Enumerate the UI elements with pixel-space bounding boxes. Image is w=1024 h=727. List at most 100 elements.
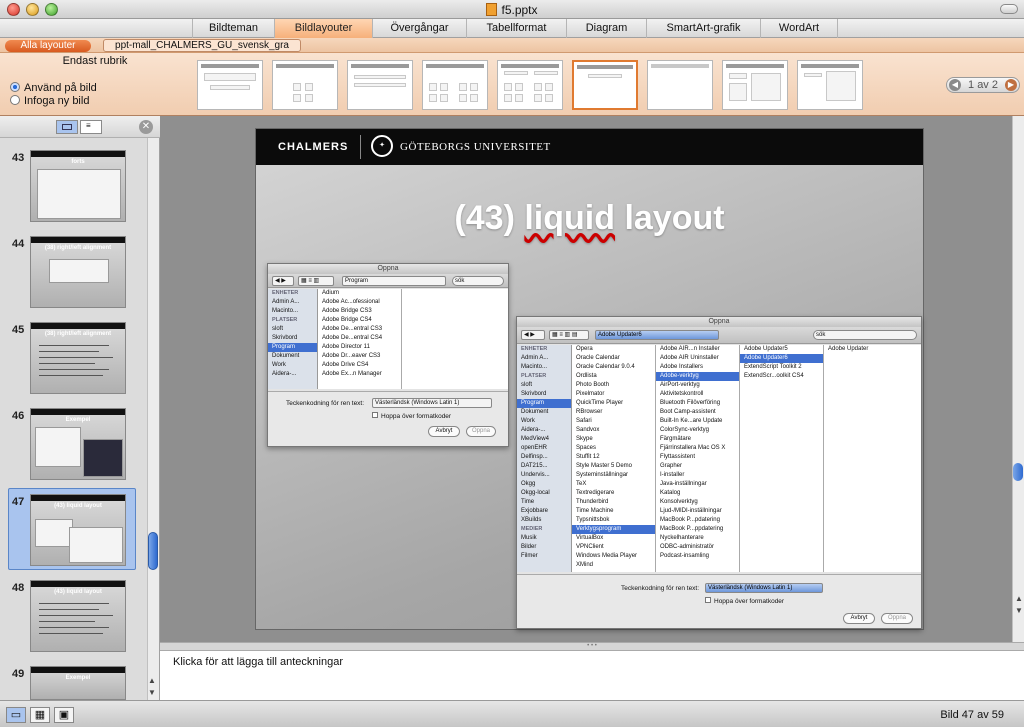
template-filter-button[interactable]: ppt-mall_CHALMERS_GU_svensk_gra — [103, 39, 301, 52]
tab-wordart[interactable]: WordArt — [760, 19, 838, 38]
back-forward-icon: ◀ ▶ — [521, 330, 545, 340]
normal-view-icon: ▭ — [10, 709, 22, 721]
slide-scrollbar[interactable]: ▲ ▼ — [1012, 116, 1024, 642]
slide-title[interactable]: (43) liquid layout — [256, 199, 923, 238]
slide-number: 47 — [12, 496, 25, 508]
thumbnail-scroll-thumb[interactable] — [148, 532, 158, 570]
dialog-list-item: Adobe De...entral CS3 — [322, 326, 383, 332]
layout-thumbnail[interactable] — [797, 60, 863, 110]
dialog-list-item: Time — [521, 499, 535, 505]
dialog-list-item: Sandvox — [576, 427, 600, 433]
gu-logo: GÖTEBORGS UNIVERSITET — [400, 141, 551, 153]
notes-placeholder[interactable]: Klicka för att lägga till anteckningar — [173, 656, 343, 668]
apply-to-slide-radio[interactable]: Använd på bild — [10, 82, 97, 95]
document-icon — [486, 3, 498, 16]
slideshow-button[interactable]: ▣ — [54, 707, 74, 723]
dialog-list-item: Adobe Ex...n Manager — [322, 371, 382, 377]
layout-thumbnail[interactable] — [497, 60, 563, 110]
dialog-list-item: Windows Media Player — [576, 553, 638, 559]
title-bar: f5.pptx — [0, 0, 1024, 19]
dialog-list-item: Stuffit 12 — [576, 454, 600, 460]
layout-thumbnail-selected[interactable] — [572, 60, 638, 110]
dialog-column-4: Adobe Updater — [824, 345, 921, 572]
dialog-list-item: Adobe Ac...ofessional — [322, 299, 380, 305]
layout-thumbnail[interactable] — [347, 60, 413, 110]
slide-thumbnail[interactable]: Exempel — [30, 408, 126, 480]
scroll-up-icon[interactable]: ▲ — [1015, 594, 1023, 603]
dialog-list-item: ColorSync-verktyg — [660, 427, 710, 433]
dialog-list-item: ODBC-administratör — [660, 544, 715, 550]
radio-unselected-icon — [10, 95, 20, 105]
dialog-list-item: ExtendScr...oolkit CS4 — [744, 373, 804, 379]
thumbnail-scrollbar[interactable] — [147, 138, 159, 700]
slide-thumbnail[interactable]: (43) liquid layout — [30, 580, 126, 652]
dialog-list-item: Aktivitetskontroll — [660, 391, 704, 397]
layout-thumbnail[interactable] — [272, 60, 338, 110]
scroll-down-icon[interactable]: ▼ — [148, 688, 156, 697]
slide-number: 49 — [12, 668, 25, 680]
layout-thumbnail[interactable] — [197, 60, 263, 110]
tab-tabellformat[interactable]: Tabellformat — [466, 19, 566, 38]
tab-bildlayouter[interactable]: Bildlayouter — [274, 19, 372, 38]
notes-pane[interactable]: Klicka för att lägga till anteckningar — [160, 650, 1024, 700]
view-buttons-icon: ▦ ≡ ▥ — [298, 276, 334, 286]
status-bar: ▭ ▦ ▣ Bild 47 av 59 — [0, 700, 1024, 727]
layout-thumbnail[interactable] — [647, 60, 713, 110]
dialog-section-header: MEDIER — [521, 526, 543, 532]
slide-thumbnail-current[interactable]: (43) liquid layout — [30, 494, 126, 566]
dialog-section-header: PLATSER — [272, 317, 298, 323]
all-layouts-button[interactable]: Alla layouter — [5, 40, 91, 52]
dialog-list-item: MacBook P...ppdatering — [660, 526, 724, 532]
tab-smartart[interactable]: SmartArt-grafik — [646, 19, 760, 38]
screenshot-small-dialog: Öppna ◀ ▶ ▦ ≡ ▥ Program sök ENHETER Admin… — [267, 263, 509, 447]
dialog-list-item: I-installer — [660, 472, 685, 478]
slide-number: 43 — [12, 152, 25, 164]
slide-sorter-button[interactable]: ▦ — [30, 707, 50, 723]
slide-thumbnail-title: forts — [71, 159, 85, 165]
dialog-list-item: Style Master 5 Demo — [576, 463, 633, 469]
dialog-list-item: ExtendScript Toolkit 2 — [744, 364, 802, 370]
outline-view-button[interactable]: ≡ — [80, 120, 102, 134]
dialog-list-item: Textredigerare — [576, 490, 615, 496]
dialog-sidebar: ENHETER Admin A... Macinto... PLATSER sloft S… — [517, 345, 572, 572]
outline-view-icon: ≡ — [86, 121, 91, 130]
dialog-column-3: Adobe Updater5 Adobe Updater6 ExtendScript… — [740, 345, 824, 572]
dialog-list-item: RBrowser — [576, 409, 603, 415]
scroll-up-icon[interactable]: ▲ — [148, 676, 156, 685]
slide-thumbnail[interactable]: (38) right/left alignment — [30, 322, 126, 394]
layout-name-label: Endast rubrik — [62, 55, 128, 67]
dialog-list-item: Time Machine — [576, 508, 614, 514]
close-pane-icon[interactable]: ✕ — [139, 120, 153, 134]
scroll-down-icon[interactable]: ▼ — [1015, 606, 1023, 615]
normal-view-button[interactable]: ▭ — [6, 707, 26, 723]
checkbox-icon — [705, 597, 711, 603]
encoding-popup: Västerländsk (Windows Latin 1) — [705, 583, 823, 593]
dialog-column-2: Adobe AIR...n Installer Adobe AIR Uninsta… — [656, 345, 740, 572]
dialog-list-item: Skrivbord — [272, 335, 298, 341]
slide-thumbnail[interactable]: Exempel — [30, 666, 126, 700]
slide-thumbnail[interactable]: forts — [30, 150, 126, 222]
slide-header-bar: CHALMERS ✦ GÖTEBORGS UNIVERSITET — [256, 129, 923, 165]
layout-thumbnail[interactable] — [722, 60, 788, 110]
previous-page-icon[interactable]: ◀ — [949, 79, 961, 91]
slideshow-icon: ▣ — [58, 709, 70, 721]
dialog-title: Öppna — [517, 317, 921, 327]
screenshot-large-dialog: Öppna ◀ ▶ ▦ ≡ ▥ ▤ Adobe Updater6 sök ENH… — [516, 316, 922, 629]
dialog-list-item: Exjobbare — [521, 508, 549, 514]
slide-thumbnail[interactable]: (38) right/left alignment — [30, 236, 126, 308]
slide-scroll-thumb[interactable] — [1013, 463, 1023, 481]
slides-view-button[interactable] — [56, 120, 78, 134]
tab-overgangar[interactable]: Övergångar — [372, 19, 466, 38]
insert-new-slide-radio[interactable]: Infoga ny bild — [10, 95, 89, 108]
tab-diagram[interactable]: Diagram — [566, 19, 646, 38]
dialog-list-item: QuickTime Player — [576, 400, 624, 406]
current-slide[interactable]: CHALMERS ✦ GÖTEBORGS UNIVERSITET (43) li… — [255, 128, 924, 630]
layout-thumbnail[interactable] — [422, 60, 488, 110]
notes-splitter[interactable]: • • • — [160, 642, 1024, 650]
next-page-icon[interactable]: ▶ — [1005, 79, 1017, 91]
slide-thumbnail-title: (43) liquid layout — [54, 503, 102, 509]
tab-bildteman[interactable]: Bildteman — [192, 19, 274, 38]
toolbar-toggle-button[interactable] — [1000, 4, 1018, 14]
dialog-list-item: Work — [272, 362, 286, 368]
skip-format-label: Hoppa över formatkoder — [381, 413, 452, 420]
